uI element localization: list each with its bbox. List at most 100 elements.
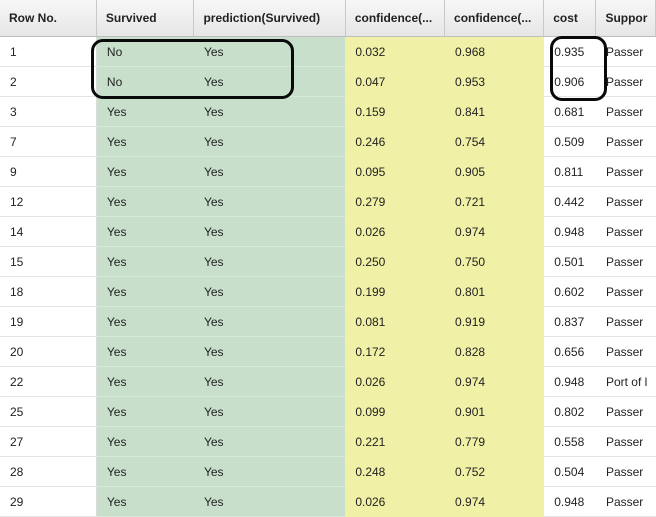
- cost-cell[interactable]: 0.802: [543, 396, 596, 427]
- support-cell[interactable]: Port of l: [595, 366, 656, 397]
- survived-cell[interactable]: Yes: [96, 156, 194, 187]
- support-cell[interactable]: Passer: [595, 36, 656, 67]
- confidence-no-cell[interactable]: 0.095: [345, 156, 446, 187]
- survived-cell[interactable]: Yes: [96, 186, 194, 217]
- prediction-cell[interactable]: Yes: [193, 396, 346, 427]
- table-row[interactable]: 28 Yes Yes 0.248 0.752 0.504 Passer: [0, 456, 656, 487]
- support-cell[interactable]: Passer: [595, 456, 656, 487]
- prediction-cell[interactable]: Yes: [193, 246, 346, 277]
- table-row[interactable]: 27 Yes Yes 0.221 0.779 0.558 Passer: [0, 426, 656, 457]
- survived-cell[interactable]: Yes: [96, 126, 194, 157]
- confidence-yes-cell[interactable]: 0.953: [444, 66, 545, 97]
- support-cell[interactable]: Passer: [595, 96, 656, 127]
- confidence-no-cell[interactable]: 0.221: [345, 426, 446, 457]
- survived-cell[interactable]: Yes: [96, 486, 194, 517]
- row-number-cell[interactable]: 18: [0, 276, 97, 307]
- table-row[interactable]: 22 Yes Yes 0.026 0.974 0.948 Port of l: [0, 366, 656, 397]
- survived-cell[interactable]: Yes: [96, 216, 194, 247]
- row-number-cell[interactable]: 19: [0, 306, 97, 337]
- row-number-cell[interactable]: 20: [0, 336, 97, 367]
- confidence-yes-cell[interactable]: 0.752: [444, 456, 545, 487]
- survived-cell[interactable]: Yes: [96, 246, 194, 277]
- row-number-cell[interactable]: 14: [0, 216, 97, 247]
- cost-cell[interactable]: 0.948: [543, 366, 596, 397]
- cost-cell[interactable]: 0.504: [543, 456, 596, 487]
- prediction-cell[interactable]: Yes: [193, 216, 346, 247]
- survived-cell[interactable]: No: [96, 66, 194, 97]
- survived-cell[interactable]: Yes: [96, 336, 194, 367]
- confidence-no-cell[interactable]: 0.026: [345, 366, 446, 397]
- confidence-yes-cell[interactable]: 0.968: [444, 36, 545, 67]
- column-header-cost[interactable]: cost: [543, 0, 597, 37]
- support-cell[interactable]: Passer: [595, 486, 656, 517]
- confidence-yes-cell[interactable]: 0.750: [444, 246, 545, 277]
- row-number-cell[interactable]: 1: [0, 36, 97, 67]
- prediction-cell[interactable]: Yes: [193, 156, 346, 187]
- support-cell[interactable]: Passer: [595, 156, 656, 187]
- support-cell[interactable]: Passer: [595, 126, 656, 157]
- row-number-cell[interactable]: 29: [0, 486, 97, 517]
- column-header-prediction[interactable]: prediction(Survived): [193, 0, 346, 37]
- table-row[interactable]: 2 No Yes 0.047 0.953 0.906 Passer: [0, 66, 656, 97]
- prediction-cell[interactable]: Yes: [193, 336, 346, 367]
- cost-cell[interactable]: 0.602: [543, 276, 596, 307]
- cost-cell[interactable]: 0.509: [543, 126, 596, 157]
- confidence-yes-cell[interactable]: 0.779: [444, 426, 545, 457]
- confidence-no-cell[interactable]: 0.047: [345, 66, 446, 97]
- confidence-no-cell[interactable]: 0.172: [345, 336, 446, 367]
- cost-cell[interactable]: 0.948: [543, 486, 596, 517]
- confidence-no-cell[interactable]: 0.279: [345, 186, 446, 217]
- confidence-no-cell[interactable]: 0.159: [345, 96, 446, 127]
- row-number-cell[interactable]: 2: [0, 66, 97, 97]
- column-header-confidence-no[interactable]: confidence(...: [345, 0, 446, 37]
- confidence-yes-cell[interactable]: 0.754: [444, 126, 545, 157]
- table-row[interactable]: 18 Yes Yes 0.199 0.801 0.602 Passer: [0, 276, 656, 307]
- cost-cell[interactable]: 0.935: [543, 36, 596, 67]
- survived-cell[interactable]: Yes: [96, 276, 194, 307]
- prediction-cell[interactable]: Yes: [193, 276, 346, 307]
- column-header-confidence-yes[interactable]: confidence(...: [444, 0, 545, 37]
- confidence-no-cell[interactable]: 0.026: [345, 486, 446, 517]
- row-number-cell[interactable]: 7: [0, 126, 97, 157]
- survived-cell[interactable]: Yes: [96, 396, 194, 427]
- confidence-yes-cell[interactable]: 0.974: [444, 216, 545, 247]
- confidence-yes-cell[interactable]: 0.721: [444, 186, 545, 217]
- confidence-no-cell[interactable]: 0.250: [345, 246, 446, 277]
- support-cell[interactable]: Passer: [595, 276, 656, 307]
- confidence-yes-cell[interactable]: 0.974: [444, 486, 545, 517]
- support-cell[interactable]: Passer: [595, 336, 656, 367]
- table-row[interactable]: 25 Yes Yes 0.099 0.901 0.802 Passer: [0, 396, 656, 427]
- table-row[interactable]: 12 Yes Yes 0.279 0.721 0.442 Passer: [0, 186, 656, 217]
- prediction-cell[interactable]: Yes: [193, 456, 346, 487]
- support-cell[interactable]: Passer: [595, 426, 656, 457]
- table-row[interactable]: 14 Yes Yes 0.026 0.974 0.948 Passer: [0, 216, 656, 247]
- confidence-yes-cell[interactable]: 0.841: [444, 96, 545, 127]
- support-cell[interactable]: Passer: [595, 396, 656, 427]
- cost-cell[interactable]: 0.656: [543, 336, 596, 367]
- table-row[interactable]: 1 No Yes 0.032 0.968 0.935 Passer: [0, 36, 656, 67]
- survived-cell[interactable]: Yes: [96, 366, 194, 397]
- row-number-cell[interactable]: 12: [0, 186, 97, 217]
- support-cell[interactable]: Passer: [595, 216, 656, 247]
- prediction-cell[interactable]: Yes: [193, 366, 346, 397]
- cost-cell[interactable]: 0.442: [543, 186, 596, 217]
- prediction-cell[interactable]: Yes: [193, 186, 346, 217]
- support-cell[interactable]: Passer: [595, 306, 656, 337]
- survived-cell[interactable]: Yes: [96, 426, 194, 457]
- cost-cell[interactable]: 0.681: [543, 96, 596, 127]
- column-header-support[interactable]: Suppor: [595, 0, 656, 37]
- prediction-cell[interactable]: Yes: [193, 36, 346, 67]
- confidence-no-cell[interactable]: 0.081: [345, 306, 446, 337]
- column-header-survived[interactable]: Survived: [96, 0, 195, 37]
- prediction-cell[interactable]: Yes: [193, 426, 346, 457]
- cost-cell[interactable]: 0.837: [543, 306, 596, 337]
- table-row[interactable]: 9 Yes Yes 0.095 0.905 0.811 Passer: [0, 156, 656, 187]
- prediction-cell[interactable]: Yes: [193, 306, 346, 337]
- confidence-no-cell[interactable]: 0.026: [345, 216, 446, 247]
- prediction-cell[interactable]: Yes: [193, 126, 346, 157]
- survived-cell[interactable]: Yes: [96, 456, 194, 487]
- row-number-cell[interactable]: 3: [0, 96, 97, 127]
- cost-cell[interactable]: 0.948: [543, 216, 596, 247]
- confidence-no-cell[interactable]: 0.246: [345, 126, 446, 157]
- table-row[interactable]: 15 Yes Yes 0.250 0.750 0.501 Passer: [0, 246, 656, 277]
